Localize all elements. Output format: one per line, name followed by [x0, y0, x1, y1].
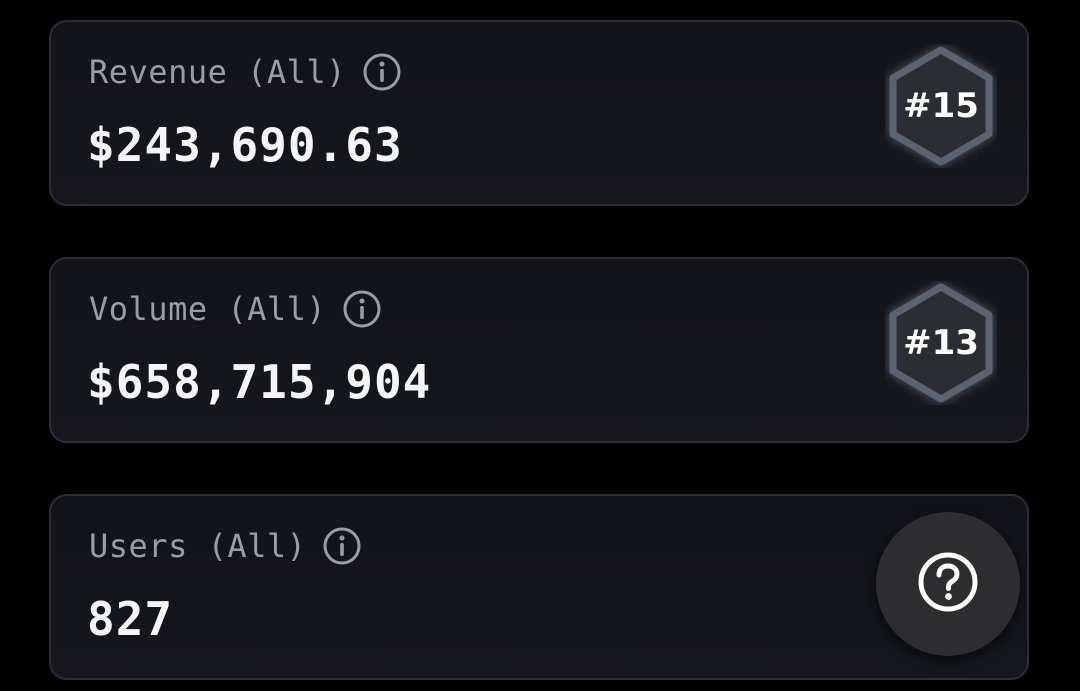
question-mark-circle-icon: [916, 550, 980, 618]
revenue-value: $243,690.63: [87, 118, 403, 172]
volume-rank-badge: #13: [885, 281, 997, 405]
volume-value: $658,715,904: [87, 355, 432, 409]
info-icon[interactable]: [342, 289, 382, 329]
revenue-rank-badge: #15: [885, 44, 997, 168]
volume-rank-text: #13: [903, 323, 979, 363]
revenue-rank-text: #15: [903, 86, 979, 126]
users-label: Users (All): [89, 527, 307, 565]
users-label-row: Users (All): [89, 526, 362, 566]
revenue-card: Revenue (All) $243,690.63 #15: [49, 20, 1029, 206]
revenue-label-row: Revenue (All): [89, 52, 402, 92]
revenue-label: Revenue (All): [89, 53, 346, 91]
info-icon[interactable]: [322, 526, 362, 566]
help-button[interactable]: [876, 512, 1020, 656]
volume-label-row: Volume (All): [89, 289, 382, 329]
users-value: 827: [87, 592, 174, 646]
volume-card: Volume (All) $658,715,904 #13: [49, 257, 1029, 443]
info-icon[interactable]: [362, 52, 402, 92]
volume-label: Volume (All): [89, 290, 327, 328]
